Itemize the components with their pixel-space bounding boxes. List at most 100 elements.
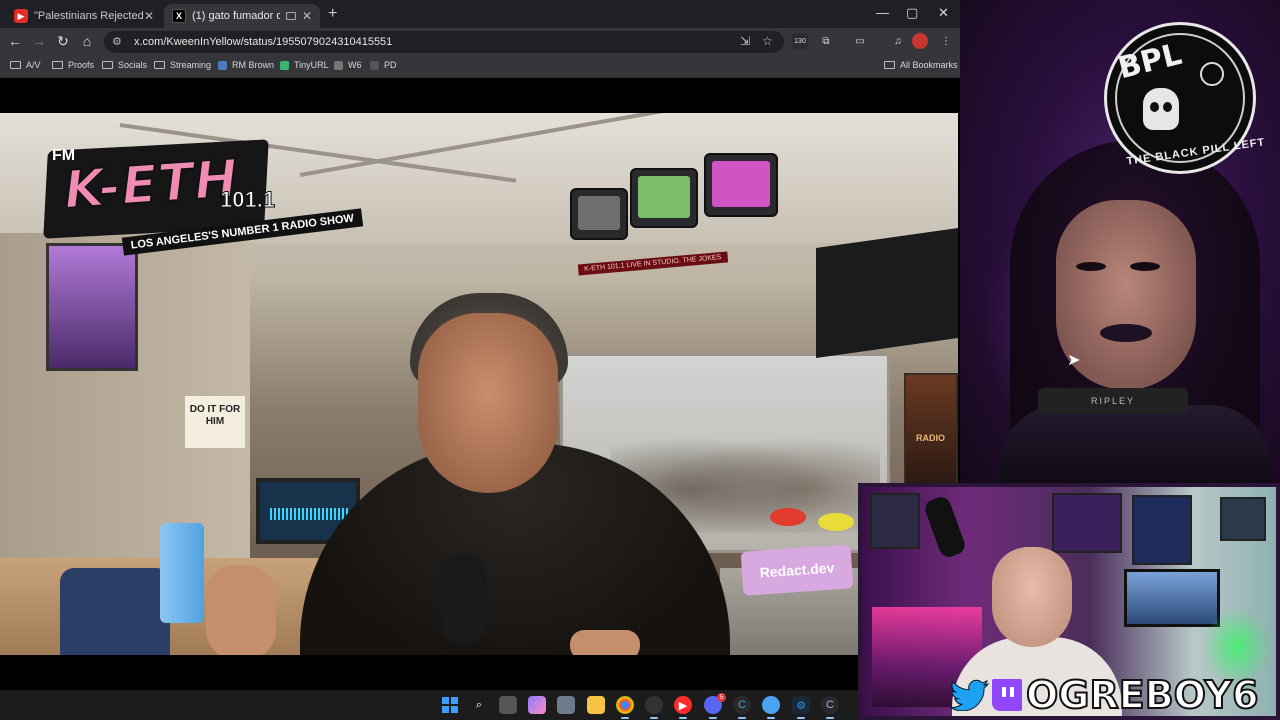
crt-tv (630, 168, 698, 228)
file-explorer-icon[interactable] (587, 696, 605, 714)
new-tab-button[interactable]: + (328, 5, 337, 23)
maximize-icon[interactable]: ▢ (906, 5, 918, 21)
bookmark-socials[interactable]: Socials (102, 60, 147, 70)
tab-strip: ▶ "Palestinians Rejected Every ✕ X (1) g… (0, 0, 960, 28)
discord-icon[interactable]: 5 (704, 693, 726, 719)
task-view-icon[interactable] (499, 696, 517, 714)
bookmark-proofs[interactable]: Proofs (52, 60, 94, 70)
wall-poster (46, 243, 138, 371)
host-face (418, 313, 558, 493)
address-bar[interactable]: ⚙ x.com/KweenInYellow/status/19550790243… (104, 31, 784, 53)
minimize-icon[interactable]: — (876, 5, 889, 20)
search-icon[interactable]: ⌕ (470, 696, 488, 714)
w6-icon (334, 60, 343, 70)
app-icon[interactable] (762, 696, 780, 719)
microphone (442, 553, 486, 643)
close-window-icon[interactable]: ✕ (938, 5, 949, 21)
host-hand (570, 630, 640, 655)
folder-icon (154, 61, 165, 69)
tab-palestinians[interactable]: ▶ "Palestinians Rejected Every ✕ (6, 4, 162, 28)
cclip-icon[interactable]: C (821, 696, 839, 719)
bookmark-w6[interactable]: W6 (334, 60, 362, 70)
bookmark-star-icon[interactable]: ☆ (762, 34, 773, 48)
tinyurl-icon (280, 60, 289, 70)
bookmark-label: W6 (348, 60, 362, 70)
sticky-note: DO IT FOR HIM (185, 396, 245, 448)
wrestler-lips (1100, 324, 1152, 342)
tab-title: "Palestinians Rejected Every (34, 10, 144, 22)
wrestler-jacket (1000, 405, 1270, 485)
chrome-icon[interactable] (616, 696, 634, 719)
menu-kebab-icon[interactable]: ⋮ (938, 33, 954, 49)
site-info-icon[interactable]: ⚙ (112, 35, 126, 49)
tab-title: (1) gato fumador on X: "Ju (192, 10, 280, 22)
social-handle: OGREBOY6 (950, 673, 1260, 717)
tab-gato-fumador[interactable]: X (1) gato fumador on X: "Ju ✕ (164, 4, 320, 28)
bookmark-pd[interactable]: PD (370, 60, 397, 70)
video-player[interactable]: DO IT FOR HIM RADIO FM K-ETH 101.1 LOS A… (0, 113, 958, 655)
studio-ticker: K-ETH 101.1 LIVE IN STUDIO. THE JOKES (577, 251, 728, 276)
ccleaner-icon[interactable]: C (733, 696, 751, 719)
youtube-music-icon[interactable]: ▶ (674, 696, 692, 719)
wall-screen (816, 228, 958, 358)
youtube-icon: ▶ (14, 9, 28, 23)
skull-icon (1143, 88, 1179, 130)
site-icon (218, 60, 227, 70)
wrestler-eye (1076, 262, 1106, 271)
bookmark-av[interactable]: A/V (10, 60, 41, 70)
close-tab-icon[interactable]: ✕ (302, 9, 312, 23)
install-app-icon[interactable]: ⇲ (740, 34, 750, 48)
media-controls-icon[interactable]: ♫ (890, 33, 906, 49)
folder-icon (10, 61, 21, 69)
forward-icon[interactable]: → (30, 33, 48, 49)
office-chair (60, 568, 170, 655)
folder-icon (52, 61, 63, 69)
profile-avatar[interactable] (912, 33, 928, 49)
bookmark-rm-brown[interactable]: RM Brown (218, 60, 274, 70)
cam-poster (1052, 493, 1122, 553)
bookmark-label: Proofs (68, 60, 95, 70)
reload-icon[interactable]: ↻ (54, 33, 72, 50)
mouse-cursor-icon: ➤ (1067, 352, 1081, 369)
shield-app-icon[interactable] (557, 696, 575, 714)
logo-brand: K-ETH (61, 148, 242, 222)
cam-poster (1132, 495, 1192, 565)
browser-window: ▶ "Palestinians Rejected Every ✕ X (1) g… (0, 0, 960, 690)
tab-media-icon[interactable] (285, 12, 296, 20)
bookmark-label: A/V (26, 60, 41, 70)
cam-poster (1220, 497, 1266, 541)
redact-sign: Redact.dev (740, 544, 854, 596)
back-icon[interactable]: ← (6, 33, 24, 49)
browser-toolbar: ← → ↻ ⌂ ⚙ x.com/KweenInYellow/status/195… (0, 28, 960, 56)
movie-poster: RADIO (904, 373, 958, 485)
screen: ▶ "Palestinians Rejected Every ✕ X (1) g… (0, 0, 1280, 720)
steam-icon[interactable]: ⚙ (792, 696, 810, 719)
windows-start-icon[interactable] (441, 696, 459, 714)
pd-icon (370, 60, 379, 70)
bookmark-label: Socials (118, 60, 148, 70)
bookmark-label: TinyURL (294, 60, 329, 70)
streamer-handle: OGREBOY6 (1025, 673, 1260, 717)
folder-icon (884, 61, 895, 69)
bookmark-label: All Bookmarks (900, 60, 958, 70)
shaker-bottle (160, 523, 204, 623)
bookmark-label: Streaming (170, 60, 212, 70)
close-tab-icon[interactable]: ✕ (144, 9, 154, 23)
tab-search-icon[interactable]: ▭ (852, 33, 868, 49)
extensions-icon[interactable]: ⧉ (818, 33, 834, 49)
extension-badge[interactable]: 130 (792, 33, 808, 49)
discord-badge: 5 (717, 693, 726, 702)
x-icon: X (172, 9, 186, 23)
crt-tv (570, 188, 628, 240)
copilot-icon[interactable] (528, 696, 546, 714)
bookmark-label: PD (384, 60, 397, 70)
bookmarks-bar: A/V Proofs Socials Streaming RM Brown Ti… (0, 56, 960, 78)
bookmark-tinyurl[interactable]: TinyURL (280, 60, 329, 70)
obs-icon[interactable] (645, 696, 663, 719)
folder-icon (102, 61, 113, 69)
all-bookmarks[interactable]: All Bookmarks (884, 60, 958, 70)
crt-tv (704, 153, 778, 217)
url-text: x.com/KweenInYellow/status/1955079024310… (134, 36, 393, 48)
bookmark-streaming[interactable]: Streaming (154, 60, 211, 70)
home-icon[interactable]: ⌂ (78, 33, 96, 49)
